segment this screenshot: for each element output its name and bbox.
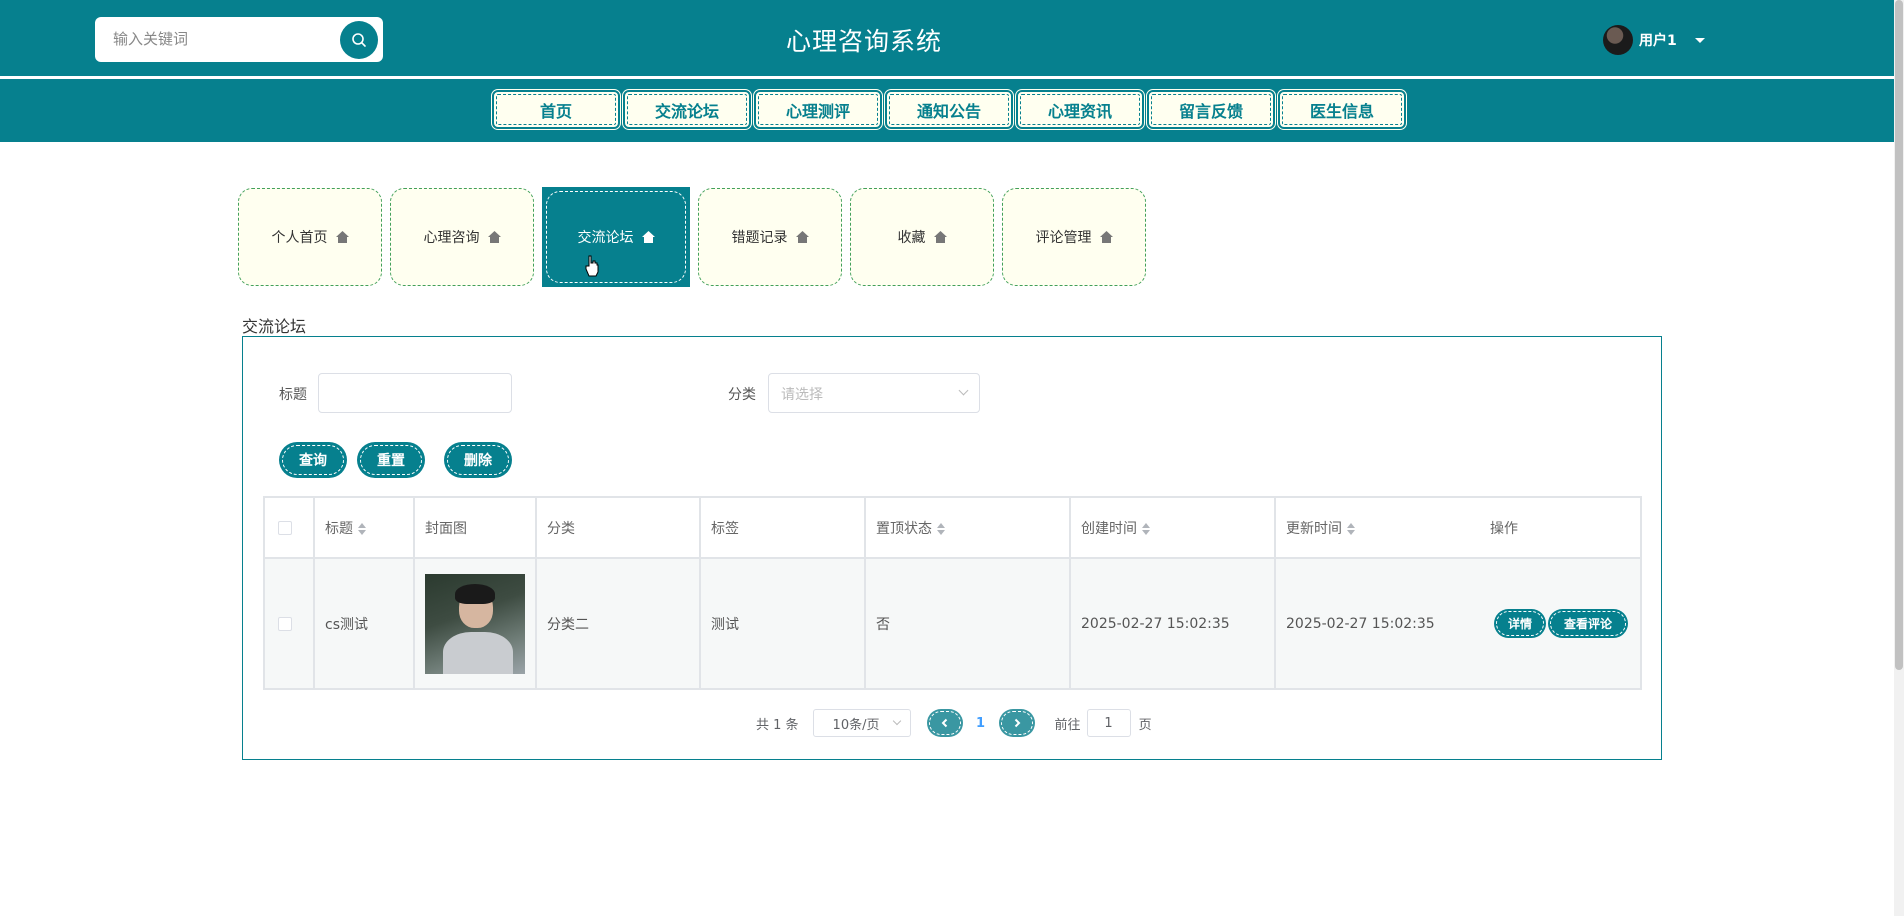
nav-item-doctors[interactable]: 医生信息 <box>1278 90 1406 129</box>
nav-item-home[interactable]: 首页 <box>492 90 620 129</box>
column-header-actions: 操作 <box>1480 496 1642 559</box>
center-tabs: 个人首页 心理咨询 交流论坛 错题记录 收藏 评论管理 <box>238 187 1146 287</box>
user-menu[interactable]: 用户1 <box>1603 25 1705 55</box>
cell-tag: 测试 <box>699 557 866 690</box>
home-icon <box>1099 231 1113 243</box>
tab-personal-home[interactable]: 个人首页 <box>238 188 382 286</box>
chevron-down-icon <box>892 716 901 726</box>
tab-consultation[interactable]: 心理咨询 <box>390 188 534 286</box>
page: 心理咨询系统 用户1 首页 交流论坛 心理测评 通知公告 心理资讯 留言反馈 医… <box>0 0 1904 916</box>
cell-created: 2025-02-27 15:02:35 <box>1069 557 1276 690</box>
pointer-cursor-icon <box>585 255 599 277</box>
cell-updated: 2025-02-27 15:02:35 <box>1274 557 1480 690</box>
row-select-cell <box>263 557 315 690</box>
nav-item-announcements[interactable]: 通知公告 <box>885 90 1013 129</box>
tab-label: 心理咨询 <box>423 230 480 246</box>
tab-label: 评论管理 <box>1035 230 1092 246</box>
sort-icon[interactable] <box>358 522 366 536</box>
chevron-down-icon <box>958 385 969 396</box>
nav-item-forum[interactable]: 交流论坛 <box>623 90 751 129</box>
delete-button[interactable]: 删除 <box>444 442 512 478</box>
home-icon <box>487 231 501 243</box>
tab-favorites[interactable]: 收藏 <box>850 188 994 286</box>
page-size-select[interactable]: 10条/页 <box>812 709 911 737</box>
table-header-row: 标题 封面图 分类 标签 置顶状态 创建时间 更新时间 操作 <box>263 496 1642 559</box>
forum-table: 标题 封面图 分类 标签 置顶状态 创建时间 更新时间 操作 cs测试 分类二 <box>263 496 1642 690</box>
username: 用户1 <box>1639 33 1677 49</box>
table-row: cs测试 分类二 测试 否 2025-02-27 15:02:35 2025-0… <box>263 557 1642 690</box>
goto-prefix: 前往 <box>1054 717 1081 733</box>
prev-page-button[interactable] <box>926 709 963 737</box>
cell-category: 分类二 <box>535 557 701 690</box>
column-header-tag: 标签 <box>699 496 866 559</box>
home-icon <box>335 231 349 243</box>
section-title: 交流论坛 <box>242 317 307 336</box>
sort-icon[interactable] <box>1142 522 1150 536</box>
tab-label: 个人首页 <box>271 230 328 246</box>
select-all-cell <box>263 496 315 559</box>
category-select-placeholder: 请选择 <box>781 387 823 403</box>
sort-icon[interactable] <box>1347 522 1355 536</box>
chevron-right-icon <box>1014 718 1020 728</box>
home-icon <box>641 231 655 243</box>
tab-forum[interactable]: 交流论坛 <box>542 187 690 287</box>
detail-button[interactable]: 详情 <box>1494 609 1547 638</box>
goto-suffix: 页 <box>1138 717 1152 733</box>
next-page-button[interactable] <box>998 709 1035 737</box>
tab-label: 错题记录 <box>731 230 788 246</box>
tab-comment-management[interactable]: 评论管理 <box>1002 188 1146 286</box>
query-button[interactable]: 查询 <box>279 442 347 478</box>
column-header-created[interactable]: 创建时间 <box>1069 496 1276 559</box>
title-filter-label: 标题 <box>279 387 307 403</box>
cell-title: cs测试 <box>313 557 415 690</box>
view-comments-button[interactable]: 查看评论 <box>1548 609 1629 638</box>
cell-pinned: 否 <box>864 557 1071 690</box>
page-size-value: 10条/页 <box>832 717 880 733</box>
nav-item-assessment[interactable]: 心理测评 <box>754 90 882 129</box>
page-number-current[interactable]: 1 <box>963 716 999 731</box>
column-header-updated[interactable]: 更新时间 <box>1274 496 1480 559</box>
nav-item-feedback[interactable]: 留言反馈 <box>1147 90 1275 129</box>
home-icon <box>933 231 947 243</box>
pagination-total: 共 1 条 <box>756 717 799 733</box>
site-title: 心理咨询系统 <box>785 27 942 56</box>
sort-icon[interactable] <box>937 522 945 536</box>
column-header-category: 分类 <box>535 496 701 559</box>
chevron-left-icon <box>941 718 947 728</box>
nav-item-news[interactable]: 心理资讯 <box>1016 90 1144 129</box>
title-filter-input[interactable] <box>318 373 512 413</box>
column-header-pinned[interactable]: 置顶状态 <box>864 496 1071 559</box>
column-header-cover: 封面图 <box>413 496 537 559</box>
category-filter-label: 分类 <box>728 387 756 403</box>
column-header-title[interactable]: 标题 <box>313 496 415 559</box>
scrollbar-thumb[interactable] <box>1895 0 1903 670</box>
page-scrollbar[interactable] <box>1894 0 1904 916</box>
cover-image[interactable] <box>425 573 525 674</box>
tab-label: 交流论坛 <box>577 230 634 246</box>
select-all-checkbox[interactable] <box>278 520 292 535</box>
goto-page-input[interactable]: 1 <box>1086 709 1131 737</box>
tab-wrong-answers[interactable]: 错题记录 <box>698 188 842 286</box>
row-checkbox[interactable] <box>278 616 292 631</box>
main-nav: 首页 交流论坛 心理测评 通知公告 心理资讯 留言反馈 医生信息 <box>492 90 1406 129</box>
cell-actions: 详情 查看评论 <box>1480 557 1642 690</box>
reset-button[interactable]: 重置 <box>357 442 425 478</box>
caret-down-icon <box>1694 37 1705 43</box>
cell-cover <box>413 557 537 690</box>
avatar <box>1603 25 1633 55</box>
category-select[interactable]: 请选择 <box>768 373 980 413</box>
home-icon <box>795 231 809 243</box>
pagination: 共 1 条 10条/页 1 前往 1 页 <box>756 709 1152 737</box>
tab-label: 收藏 <box>897 230 926 246</box>
